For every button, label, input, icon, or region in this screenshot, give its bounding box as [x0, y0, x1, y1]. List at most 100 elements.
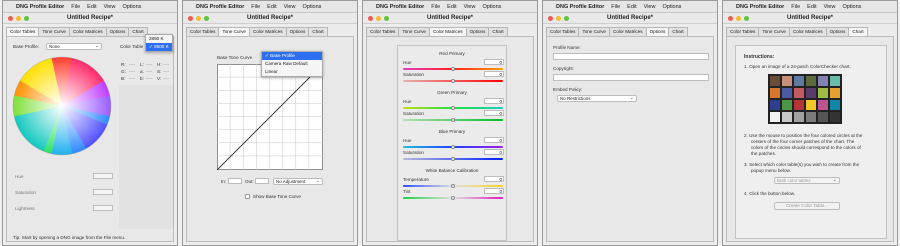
color-tables-popup[interactable]: Both color tables: [774, 177, 840, 184]
tab-options[interactable]: Options: [105, 27, 130, 36]
tone-curve-graph[interactable]: [217, 64, 323, 170]
tab-chart[interactable]: Chart: [668, 27, 688, 36]
green-sat-slider[interactable]: [403, 118, 503, 122]
green-sat-knob[interactable]: [451, 118, 455, 122]
menu-file[interactable]: File: [251, 4, 260, 10]
tab-tone-curve[interactable]: Tone Curve: [218, 27, 250, 36]
menu-options[interactable]: Options: [302, 4, 321, 10]
menu-options[interactable]: Options: [842, 4, 861, 10]
blue-hue-label: Hue: [403, 138, 412, 143]
blue-hue-knob[interactable]: [451, 145, 455, 149]
create-color-table-button[interactable]: Create Color Table...: [774, 202, 840, 210]
temperature-field[interactable]: 0: [484, 176, 504, 182]
copyright-field[interactable]: [553, 74, 709, 81]
menu-app-name[interactable]: DNG Profile Editor: [16, 4, 64, 10]
color-table-menu[interactable]: 2850 K ✓ 6500 K: [145, 34, 173, 52]
tint-knob[interactable]: [451, 196, 455, 200]
blue-hue-slider[interactable]: [403, 145, 503, 149]
base-profile-popup[interactable]: None: [46, 43, 102, 50]
menu-view[interactable]: View: [824, 4, 836, 10]
red-hue-field[interactable]: 0: [484, 59, 504, 65]
tab-chart[interactable]: Chart: [308, 27, 328, 36]
red-sat-knob[interactable]: [451, 79, 455, 83]
menu-file[interactable]: File: [431, 4, 440, 10]
menu-view[interactable]: View: [464, 4, 476, 10]
color-table-label: Color Table: [120, 44, 144, 49]
green-hue-knob[interactable]: [451, 106, 455, 110]
temp-option-6500[interactable]: ✓ 6500 K: [146, 43, 172, 51]
tab-tone-curve[interactable]: Tone Curve: [38, 27, 70, 36]
blue-sat-slider[interactable]: [403, 157, 503, 161]
menu-view[interactable]: View: [284, 4, 296, 10]
menu-edit[interactable]: Edit: [807, 4, 816, 10]
tab-chart[interactable]: Chart: [488, 27, 508, 36]
menu-file[interactable]: File: [611, 4, 620, 10]
checker-patch: [817, 111, 829, 122]
green-hue-field[interactable]: 0: [484, 98, 504, 104]
menu-app-name[interactable]: DNG Profile Editor: [556, 4, 604, 10]
menu-edit[interactable]: Edit: [447, 4, 456, 10]
menu-options[interactable]: Options: [482, 4, 501, 10]
menu-options[interactable]: Options: [662, 4, 681, 10]
green-sat-field[interactable]: 0: [484, 110, 504, 116]
menu-view[interactable]: View: [104, 4, 116, 10]
color-tables-popup-value: Both color tables: [777, 178, 811, 183]
b-label: B:: [121, 76, 126, 81]
temperature-slider[interactable]: [403, 184, 503, 188]
profile-name-field[interactable]: [553, 53, 709, 60]
in-field[interactable]: [228, 178, 242, 184]
blue-sat-knob[interactable]: [451, 157, 455, 161]
tab-options[interactable]: Options: [285, 27, 310, 36]
menu-edit[interactable]: Edit: [267, 4, 276, 10]
tab-tone-curve[interactable]: Tone Curve: [398, 27, 430, 36]
red-hue-knob[interactable]: [451, 67, 455, 71]
curve-menu[interactable]: ✓ Base Profile Camera Raw Default Linear: [261, 51, 323, 77]
tab-chart[interactable]: Chart: [848, 27, 868, 36]
tab-options[interactable]: Options: [645, 27, 670, 36]
menu-app-name[interactable]: DNG Profile Editor: [376, 4, 424, 10]
tab-color-matrices[interactable]: Color Matrices: [248, 27, 287, 36]
menu-options[interactable]: Options: [122, 4, 141, 10]
temp-option-2850[interactable]: 2850 K: [146, 35, 172, 43]
tab-color-tables[interactable]: Color Tables: [366, 27, 400, 36]
blue-hue-field[interactable]: 0: [484, 137, 504, 143]
menu-view[interactable]: View: [644, 4, 656, 10]
green-hue-slider[interactable]: [403, 106, 503, 110]
tab-color-matrices[interactable]: Color Matrices: [788, 27, 827, 36]
lightness-field[interactable]: [93, 205, 113, 211]
menu-app-name[interactable]: DNG Profile Editor: [736, 4, 784, 10]
tab-color-tables[interactable]: Color Tables: [546, 27, 580, 36]
blue-sat-field[interactable]: 0: [484, 149, 504, 155]
embed-policy-popup[interactable]: No Restrictions: [557, 95, 637, 102]
adjustment-popup[interactable]: No Adjustment: [273, 178, 323, 185]
tab-color-matrices[interactable]: Color Matrices: [608, 27, 647, 36]
tab-tone-curve[interactable]: Tone Curve: [578, 27, 610, 36]
show-base-checkbox[interactable]: [245, 194, 250, 199]
tab-color-matrices[interactable]: Color Matrices: [428, 27, 467, 36]
tab-tone-curve[interactable]: Tone Curve: [758, 27, 790, 36]
tab-options[interactable]: Options: [825, 27, 850, 36]
color-wheel[interactable]: [11, 55, 113, 157]
menu-edit[interactable]: Edit: [627, 4, 636, 10]
tab-options[interactable]: Options: [465, 27, 490, 36]
hue-field[interactable]: [93, 173, 113, 179]
red-hue-slider[interactable]: [403, 67, 503, 71]
red-sat-slider[interactable]: [403, 79, 503, 83]
menu-file[interactable]: File: [791, 4, 800, 10]
menu-file[interactable]: File: [71, 4, 80, 10]
tab-color-tables[interactable]: Color Tables: [726, 27, 760, 36]
tint-field[interactable]: 0: [484, 188, 504, 194]
tab-color-tables[interactable]: Color Tables: [6, 27, 40, 36]
curve-option-base-profile[interactable]: ✓ Base Profile: [262, 52, 322, 60]
curve-option-camera-raw[interactable]: Camera Raw Default: [262, 60, 322, 68]
red-sat-field[interactable]: 0: [484, 71, 504, 77]
menu-edit[interactable]: Edit: [87, 4, 96, 10]
saturation-field[interactable]: [93, 189, 113, 195]
temperature-knob[interactable]: [451, 184, 455, 188]
tab-color-tables[interactable]: Color Tables: [186, 27, 220, 36]
out-field[interactable]: [255, 178, 269, 184]
menu-app-name[interactable]: DNG Profile Editor: [196, 4, 244, 10]
tint-slider[interactable]: [403, 196, 503, 200]
tab-color-matrices[interactable]: Color Matrices: [68, 27, 107, 36]
curve-option-linear[interactable]: Linear: [262, 68, 322, 76]
